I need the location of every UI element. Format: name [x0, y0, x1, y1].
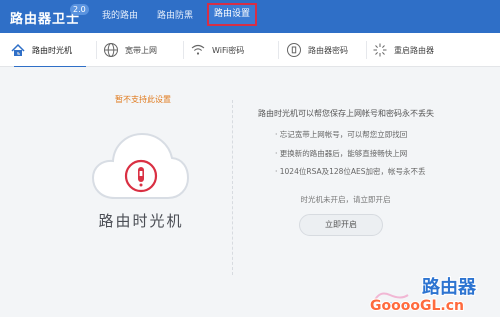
tab-divider — [183, 41, 184, 59]
vertical-divider — [232, 100, 233, 275]
enable-now-button[interactable]: 立即开启 — [299, 214, 383, 236]
tab-broadband[interactable]: 宽带上网 — [103, 33, 178, 67]
tab-router-time-machine[interactable]: 路由时光机 — [10, 33, 90, 68]
settings-tabbar: 路由时光机 宽带上网 WiFi密码 路由器密码 重启路由器 — [0, 33, 500, 68]
nav-my-router[interactable]: 我的路由 — [99, 0, 141, 33]
description-item: · 忘记宽带上网帐号，可以帮您立即找回 — [275, 130, 408, 139]
site-watermark: 路由器 GooooGL.cn — [364, 272, 496, 315]
wifi-icon — [190, 42, 206, 58]
nav-router-security[interactable]: 路由防黑 — [152, 0, 198, 33]
watermark-cn: 路由器 — [422, 276, 477, 298]
tab-wifi-password[interactable]: WiFi密码 — [190, 33, 270, 67]
tab-divider — [366, 41, 367, 59]
tab-restart-router[interactable]: 重启路由器 — [372, 33, 472, 67]
status-text: 时光机未开启，请立即开启 — [300, 195, 391, 204]
tab-divider — [96, 41, 97, 59]
tab-divider — [278, 41, 279, 59]
globe-icon — [103, 42, 119, 58]
unsupported-notice: 暂不支持此设置 — [115, 95, 171, 104]
nav-router-settings[interactable]: 路由设置 — [207, 3, 257, 26]
watermark-en: GooooGL.cn — [370, 298, 464, 314]
description-item: · 1024位RSA及128位AES加密，帐号永不丢 — [275, 167, 426, 176]
description-item: · 更换新的路由器后，能够直接畅快上网 — [275, 149, 408, 158]
tab-label: 宽带上网 — [125, 45, 157, 55]
description-title: 路由时光机可以帮您保存上网帐号和密码永不丢失 — [258, 109, 434, 118]
cloud-icon — [88, 125, 192, 207]
tab-label: 路由时光机 — [32, 45, 72, 55]
tab-label: 重启路由器 — [394, 45, 434, 55]
clock-home-icon — [10, 42, 26, 58]
lock-circle-icon — [286, 42, 302, 58]
tab-label: WiFi密码 — [212, 45, 245, 55]
tab-router-password[interactable]: 路由器密码 — [286, 33, 378, 67]
feature-title: 路由时光机 — [98, 212, 184, 230]
version-badge: 2.0 — [70, 4, 89, 15]
tab-label: 路由器密码 — [308, 45, 348, 55]
spark-icon — [372, 42, 388, 58]
app-header: 路由器卫士 2.0 我的路由 路由防黑 路由设置 — [0, 0, 500, 33]
